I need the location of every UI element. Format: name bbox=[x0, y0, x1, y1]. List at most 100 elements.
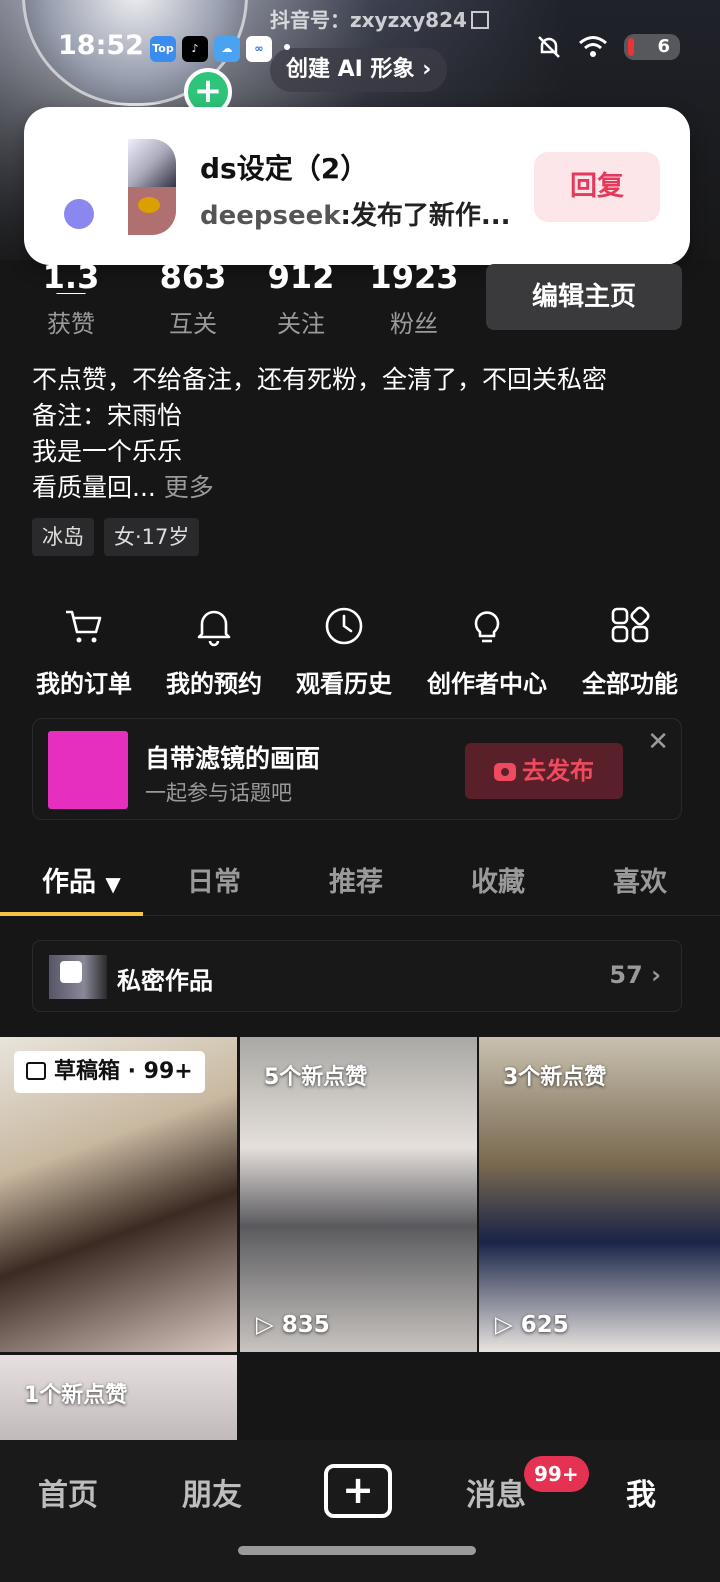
status-time: 18:52 bbox=[58, 30, 144, 61]
nav-home[interactable]: 首页 bbox=[38, 1470, 98, 1514]
stat-number: 1923 bbox=[369, 262, 459, 294]
profile-tabs: 作品 ▼ 日常 推荐 收藏 喜欢 bbox=[0, 850, 720, 916]
all-features-button[interactable]: 全部功能 bbox=[578, 604, 682, 699]
camera-icon bbox=[494, 763, 516, 781]
feature-label: 我的订单 bbox=[36, 670, 132, 698]
tab-daily[interactable]: 日常 bbox=[187, 860, 241, 899]
my-reservations-button[interactable]: 我的预约 bbox=[162, 604, 266, 699]
notification-dot bbox=[284, 44, 290, 50]
play-count: ▷ 835 bbox=[256, 1312, 330, 1338]
bio-line: 我是一个乐乐 bbox=[32, 437, 183, 466]
profile-bio[interactable]: 不点赞，不给备注，还有死粉，全清了，不回关私密 备注：宋雨怡 我是一个乐乐 看质… bbox=[32, 362, 607, 506]
my-orders-button[interactable]: 我的订单 bbox=[32, 604, 136, 699]
private-works-count: 57 › bbox=[609, 961, 661, 989]
bio-line: 备注：宋雨怡 bbox=[32, 401, 183, 430]
go-publish-button[interactable]: 去发布 bbox=[465, 743, 623, 799]
private-works-row[interactable]: 私密作品 57 › bbox=[32, 940, 682, 1012]
weather-app-icon: ☁ bbox=[214, 36, 240, 62]
bio-more-link[interactable]: 更多 bbox=[164, 473, 214, 502]
close-icon[interactable]: ✕ bbox=[647, 727, 669, 757]
stat-likes[interactable]: 1.3万 获赞 bbox=[28, 262, 114, 339]
feature-row: 我的订单 我的预约 观看历史 创作者中心 全部功能 bbox=[0, 604, 720, 698]
plus-icon: + bbox=[342, 1468, 374, 1512]
stat-label: 粉丝 bbox=[390, 310, 438, 338]
notification-body: deepseek:发布了新作... bbox=[200, 195, 511, 232]
stat-number: 1.3万 bbox=[42, 262, 100, 294]
mute-bell-icon bbox=[538, 36, 560, 58]
video-tile[interactable]: 5个新点赞 ▷ 835 bbox=[240, 1037, 477, 1352]
group-avatar bbox=[64, 139, 176, 241]
group-member-avatar bbox=[128, 139, 176, 187]
gender-age-tag: 女·17岁 bbox=[104, 518, 200, 556]
toutiao-app-icon: Top bbox=[150, 36, 176, 62]
bottom-nav: 首页 朋友 + 消息 99+ 我 bbox=[0, 1440, 720, 1582]
home-indicator[interactable] bbox=[238, 1546, 476, 1555]
nav-messages[interactable]: 消息 bbox=[466, 1470, 526, 1514]
grid-icon bbox=[611, 606, 650, 643]
tab-likes[interactable]: 喜欢 bbox=[613, 860, 667, 899]
stat-label: 关注 bbox=[277, 310, 325, 338]
status-app-icons: Top ♪ ☁ ∞ bbox=[150, 36, 272, 62]
creator-center-button[interactable]: 创作者中心 bbox=[422, 604, 552, 699]
feature-label: 我的预约 bbox=[166, 670, 262, 698]
feature-label: 创作者中心 bbox=[427, 670, 547, 698]
draft-box-icon bbox=[26, 1062, 46, 1080]
qr-code-icon[interactable] bbox=[470, 11, 489, 29]
bio-line: 不点赞，不给备注，还有死粉，全清了，不回关私密 bbox=[32, 365, 608, 394]
tab-recommend[interactable]: 推荐 bbox=[329, 860, 383, 899]
cart-icon bbox=[66, 610, 102, 643]
link-app-icon: ∞ bbox=[246, 36, 272, 62]
active-tab-indicator bbox=[0, 912, 143, 916]
publish-plus-button[interactable]: + bbox=[324, 1464, 392, 1518]
profile-tags: 冰岛 女·17岁 bbox=[32, 518, 200, 556]
play-icon: ▷ bbox=[495, 1312, 513, 1338]
private-works-label: 私密作品 bbox=[117, 967, 213, 995]
topic-thumbnail bbox=[48, 731, 128, 809]
bulb-icon bbox=[474, 611, 500, 643]
battery-icon: 6 bbox=[624, 34, 680, 60]
draft-badge: 草稿箱 · 99+ bbox=[14, 1051, 205, 1093]
feature-label: 观看历史 bbox=[296, 670, 392, 698]
notification-message: :发布了新作... bbox=[340, 201, 511, 231]
stat-number: 912 bbox=[267, 262, 335, 294]
notification-title: ds设定（2） bbox=[200, 152, 369, 185]
topic-card[interactable]: 自带滤镜的画面 一起参与话题吧 去发布 ✕ bbox=[32, 718, 682, 820]
topic-subtitle: 一起参与话题吧 bbox=[145, 781, 292, 805]
topic-title: 自带滤镜的画面 bbox=[145, 744, 321, 773]
tiktok-app-icon: ♪ bbox=[182, 36, 208, 62]
edit-profile-button[interactable]: 编辑主页 bbox=[486, 264, 682, 330]
clock-icon bbox=[325, 607, 363, 645]
new-likes-label: 1个新点赞 bbox=[24, 1383, 128, 1408]
play-count: ▷ 625 bbox=[495, 1312, 569, 1338]
draft-box-tile[interactable]: 草稿箱 · 99+ bbox=[0, 1037, 237, 1352]
caret-down-icon: ▼ bbox=[105, 872, 121, 896]
new-likes-label: 3个新点赞 bbox=[503, 1065, 607, 1090]
stat-following[interactable]: 912 关注 bbox=[256, 262, 346, 339]
notification-sender: deepseek bbox=[200, 201, 341, 231]
location-tag: 冰岛 bbox=[32, 518, 94, 556]
group-member-avatar bbox=[128, 187, 176, 235]
nav-me[interactable]: 我 bbox=[626, 1470, 656, 1514]
lock-icon bbox=[60, 961, 82, 983]
tab-favorites[interactable]: 收藏 bbox=[471, 860, 525, 899]
video-tile[interactable]: 3个新点赞 ▷ 625 bbox=[479, 1037, 720, 1352]
bell-icon bbox=[197, 610, 231, 647]
stat-label: 获赞 bbox=[47, 310, 95, 338]
reply-button[interactable]: 回复 bbox=[534, 152, 660, 222]
wifi-icon bbox=[579, 36, 607, 57]
stat-label: 互关 bbox=[169, 310, 217, 338]
nav-friends[interactable]: 朋友 bbox=[182, 1470, 242, 1514]
video-tile[interactable]: 1个新点赞 bbox=[0, 1355, 237, 1445]
message-notification[interactable]: ds设定（2） deepseek:发布了新作... 回复 bbox=[24, 107, 690, 265]
feature-label: 全部功能 bbox=[582, 670, 678, 698]
stat-number: 863 bbox=[159, 262, 227, 294]
tab-works[interactable]: 作品 ▼ bbox=[42, 860, 121, 899]
group-member-avatar bbox=[64, 199, 94, 229]
status-bar: 18:52 Top ♪ ☁ ∞ 6 bbox=[0, 28, 720, 68]
play-icon: ▷ bbox=[256, 1312, 274, 1338]
watch-history-button[interactable]: 观看历史 bbox=[292, 604, 396, 699]
bio-line: 看质量回... 更多 bbox=[32, 473, 214, 502]
stat-mutual[interactable]: 863 互关 bbox=[148, 262, 238, 339]
stat-followers[interactable]: 1923 粉丝 bbox=[368, 262, 460, 339]
new-likes-label: 5个新点赞 bbox=[264, 1065, 368, 1090]
